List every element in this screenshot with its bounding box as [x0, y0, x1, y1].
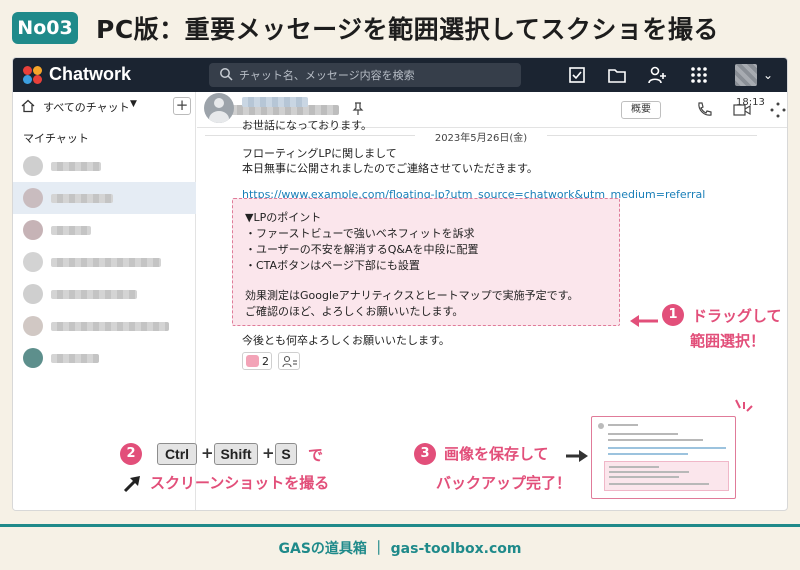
list-item[interactable]	[13, 150, 196, 182]
step-number: 1	[662, 304, 684, 326]
step2-text: スクリーンショットを撮る	[150, 474, 330, 492]
sparkle-icon	[735, 399, 753, 412]
message-line: フローティングLPに関しまして	[242, 147, 397, 160]
reaction-icon	[246, 355, 259, 367]
chat-filter-label[interactable]: すべてのチャット	[43, 99, 130, 115]
folder-icon[interactable]	[607, 65, 627, 85]
step3-text: バックアップ完了！	[436, 474, 572, 492]
reaction-count: 2	[262, 355, 269, 368]
brand-name: Chatwork	[49, 64, 132, 84]
arrow-right-icon	[566, 450, 588, 462]
pin-icon[interactable]	[351, 102, 365, 116]
list-item[interactable]	[13, 246, 196, 278]
room-name-blurred	[51, 226, 91, 235]
user-list-icon	[282, 355, 297, 368]
filter-caret-icon[interactable]: ▼	[130, 99, 137, 109]
avatar	[23, 284, 43, 304]
avatar	[23, 188, 43, 208]
avatar	[23, 156, 43, 176]
add-chat-button[interactable]: +	[173, 97, 191, 115]
message-line: 本日無事に公開されましたのでご連絡させていただきます。	[242, 162, 538, 175]
step1-text: 範囲選択！	[690, 332, 766, 350]
task-icon[interactable]	[567, 65, 587, 85]
sidebar-header: すべてのチャット ▼ +	[13, 92, 196, 120]
reaction-users-button[interactable]	[278, 352, 300, 370]
chevron-down-icon[interactable]: ⌄	[763, 68, 773, 82]
message-greeting: お世話になっております。	[242, 119, 373, 132]
list-item[interactable]	[13, 278, 196, 310]
selected-note: 効果測定はGoogleアナリティクスとヒートマップで実施予定です。	[245, 289, 579, 302]
list-item[interactable]	[13, 310, 196, 342]
reaction-button[interactable]: 2	[242, 352, 272, 370]
home-icon	[21, 99, 35, 113]
message-closing: 今後とも何卒よろしくお願いいたします。	[242, 334, 450, 347]
shift-key: Shift	[214, 443, 258, 465]
s-key: S	[275, 443, 297, 465]
arrow-left-icon	[630, 315, 658, 327]
page-title: PC版：重要メッセージを範囲選択してスクショを撮る	[96, 15, 719, 44]
room-name-blurred	[51, 162, 101, 171]
search-icon	[220, 68, 233, 81]
saved-screenshot-thumbnail	[591, 416, 736, 499]
avatar	[23, 220, 43, 240]
step-badge: No03	[12, 12, 78, 44]
room-name-blurred	[51, 354, 99, 363]
selected-bullet: ・CTAボタンはページ下部にも設置	[245, 259, 420, 272]
room-name-blurred	[51, 194, 113, 203]
search-box[interactable]	[209, 63, 521, 87]
list-item[interactable]	[13, 342, 196, 374]
room-name-blurred	[51, 258, 161, 267]
avatar	[23, 348, 43, 368]
apps-grid-icon[interactable]	[689, 65, 709, 85]
step-number: 2	[120, 443, 142, 465]
header-banner: No03 PC版：重要メッセージを範囲選択してスクショを撮る	[0, 0, 800, 56]
selected-heading: ▼LPのポイント	[245, 211, 322, 224]
step-number: 3	[414, 443, 436, 465]
step2-suffix: で	[308, 446, 324, 464]
footer-divider	[0, 524, 800, 527]
sender-name-blurred[interactable]	[242, 97, 308, 107]
selected-note: ご確認のほど、よろしくお願いいたします。	[245, 305, 464, 318]
summary-button[interactable]: 概要	[621, 101, 661, 119]
footer-credit: GASの道具箱 ｜ gas-toolbox.com	[278, 541, 522, 557]
selected-bullet: ・ユーザーの不安を解消するQ&Aを中段に配置	[245, 243, 479, 256]
selected-text-area[interactable]: ▼LPのポイント ・ファーストビューで強いベネフィットを訴求 ・ユーザーの不安を…	[232, 198, 620, 326]
user-avatar[interactable]	[735, 64, 757, 86]
room-name-blurred	[51, 322, 169, 331]
ctrl-key: Ctrl	[157, 443, 197, 465]
add-contact-icon[interactable]	[647, 65, 667, 85]
chatwork-logo-icon	[23, 66, 43, 84]
list-item[interactable]	[13, 182, 196, 214]
sidebar-item-my-chat[interactable]: マイチャット	[23, 130, 89, 146]
selected-bullet: ・ファーストビューで強いベネフィットを訴求	[245, 227, 475, 240]
plus-sign: +	[262, 444, 275, 462]
message-time: 18:13	[736, 97, 765, 108]
avatar	[23, 316, 43, 336]
top-bar: Chatwork ⌄	[13, 58, 787, 92]
plus-sign: +	[201, 444, 214, 462]
phone-icon[interactable]	[695, 101, 713, 119]
avatar	[23, 252, 43, 272]
search-input[interactable]	[239, 63, 509, 87]
room-name-blurred	[51, 290, 137, 299]
list-item[interactable]	[13, 214, 196, 246]
cursor-arrow-icon	[123, 476, 140, 493]
avatar[interactable]	[204, 93, 234, 123]
more-icon[interactable]	[769, 101, 787, 119]
step1-text: ドラッグして	[692, 307, 782, 325]
step3-text: 画像を保存して	[444, 445, 549, 463]
